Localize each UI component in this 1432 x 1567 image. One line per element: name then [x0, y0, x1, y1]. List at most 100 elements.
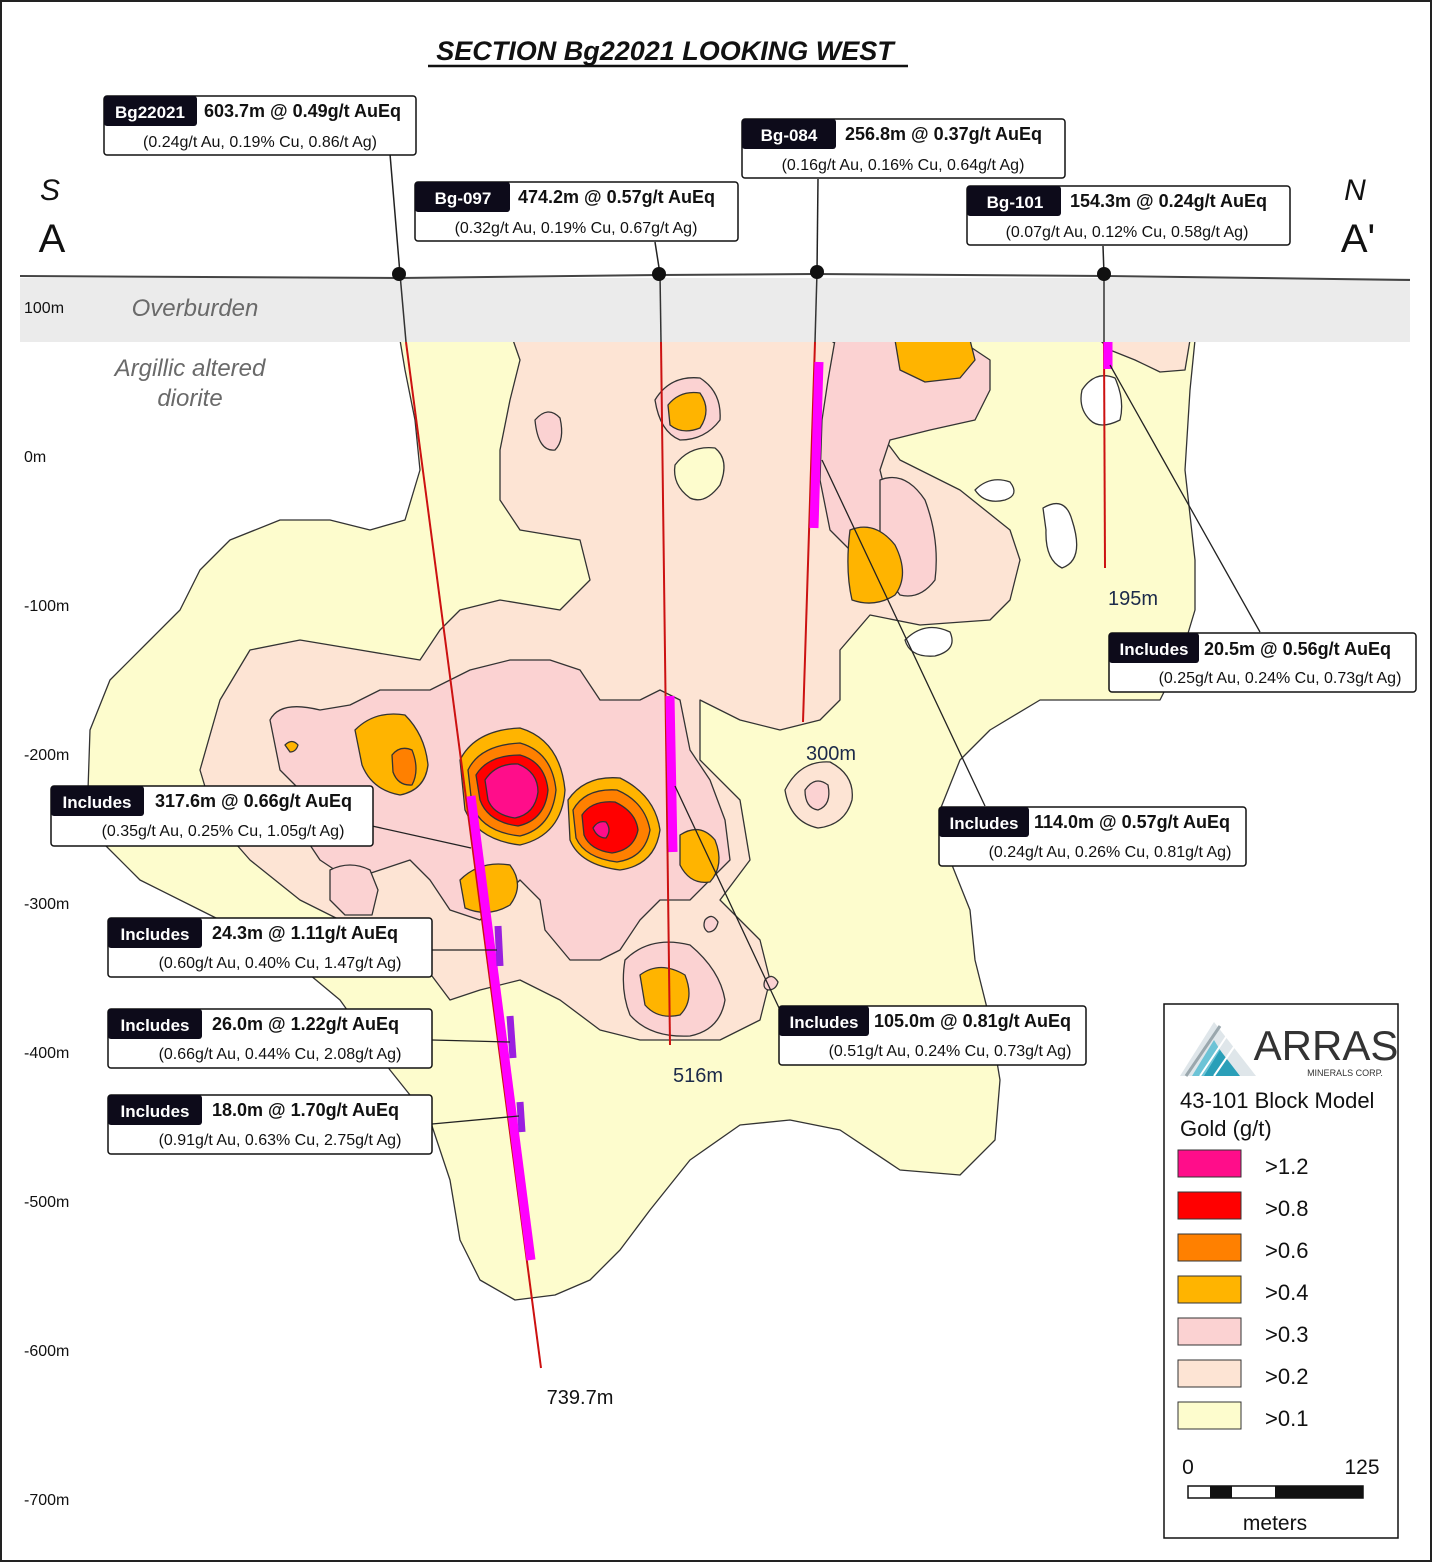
hole-label-bg097: Bg-097 474.2m @ 0.57g/t AuEq (0.32g/t Au…: [414, 181, 739, 242]
depth-label: -700m: [24, 1492, 69, 1509]
intercept-bar-high: [506, 1015, 517, 1059]
lithology-label-1: Argillic altered: [113, 355, 266, 382]
legend-swatch: [1177, 1359, 1242, 1388]
scale-unit: meters: [1243, 1512, 1307, 1535]
depth-label: -400m: [24, 1045, 69, 1062]
intercept-tag: Includes: [63, 793, 132, 812]
legend-company: ARRAS: [1254, 1022, 1399, 1069]
intercept-assay: (0.25g/t Au, 0.24% Cu, 0.73g/t Ag): [1159, 670, 1402, 687]
intercept-label-2: Includes 24.3m @ 1.11g/t AuEq (0.60g/t A…: [107, 917, 433, 978]
hole-result: 154.3m @ 0.24g/t AuEq: [1070, 191, 1267, 211]
hole-assay: (0.32g/t Au, 0.19% Cu, 0.67g/t Ag): [455, 220, 698, 237]
intercept-assay: (0.35g/t Au, 0.25% Cu, 1.05g/t Ag): [102, 823, 345, 840]
legend-class-label: >0.4: [1265, 1280, 1308, 1305]
hole-label-bg22021: Bg22021 603.7m @ 0.49g/t AuEq (0.24g/t A…: [103, 95, 417, 156]
figure-title: SECTION Bg22021 LOOKING WEST: [436, 36, 896, 66]
zone-gt-0.3-west: [329, 864, 379, 916]
hole-id: Bg-084: [761, 126, 818, 145]
intercept-label-3: Includes 26.0m @ 1.22g/t AuEq (0.66g/t A…: [107, 1008, 433, 1069]
intercept-tag: Includes: [950, 814, 1019, 833]
intercept-tag: Includes: [121, 925, 190, 944]
hole-id: Bg-097: [435, 189, 492, 208]
north-marker: A': [1341, 217, 1375, 261]
legend-swatch: [1177, 1401, 1242, 1430]
intercept-label-5: Includes 105.0m @ 0.81g/t AuEq (0.51g/t …: [778, 1005, 1087, 1066]
hole-result: 603.7m @ 0.49g/t AuEq: [204, 101, 401, 121]
hole-assay: (0.24g/t Au, 0.19% Cu, 0.86/t Ag): [143, 134, 377, 151]
collar-marker: [652, 267, 666, 281]
collar-marker: [810, 265, 824, 279]
legend-title-2: Gold (g/t): [1180, 1116, 1272, 1141]
intercept-label-4: Includes 18.0m @ 1.70g/t AuEq (0.91g/t A…: [107, 1094, 433, 1155]
intercept-bar: [809, 361, 824, 529]
end-depth-bg101: 195m: [1108, 588, 1158, 610]
hole-result: 474.2m @ 0.57g/t AuEq: [518, 187, 715, 207]
end-depth-bg22021: 739.7m: [547, 1387, 614, 1409]
legend-swatch: [1177, 1149, 1242, 1178]
legend-swatch: [1177, 1191, 1242, 1220]
intercept-assay: (0.24g/t Au, 0.26% Cu, 0.81g/t Ag): [989, 844, 1232, 861]
depth-label: -100m: [24, 598, 69, 615]
depth-label: -300m: [24, 896, 69, 913]
south-letter: S: [40, 174, 60, 207]
legend-class-label: >0.6: [1265, 1238, 1308, 1263]
window-4: [1080, 375, 1123, 426]
end-depth-bg084: 300m: [806, 743, 856, 765]
intercept-bar-high: [516, 1101, 526, 1133]
hole-result: 256.8m @ 0.37g/t AuEq: [845, 124, 1042, 144]
hole-label-bg101: Bg-101 154.3m @ 0.24g/t AuEq (0.07g/t Au…: [966, 185, 1291, 246]
intercept-result: 114.0m @ 0.57g/t AuEq: [1034, 812, 1230, 832]
cross-section-figure: SECTION Bg22021 LOOKING WEST Overburden …: [0, 0, 1432, 1562]
collar-marker: [1097, 267, 1111, 281]
intercept-assay: (0.60g/t Au, 0.40% Cu, 1.47g/t Ag): [159, 955, 402, 972]
legend: ARRAS MINERALS CORP. 43-101 Block Model …: [1163, 1003, 1399, 1539]
legend-title-1: 43-101 Block Model: [1180, 1088, 1374, 1113]
depth-label: -600m: [24, 1343, 69, 1360]
intercept-tag: Includes: [790, 1013, 859, 1032]
intercept-bar-high: [494, 925, 504, 967]
scale-bar: [1187, 1485, 1364, 1499]
depth-label: -200m: [24, 747, 69, 764]
collar-leader: [816, 178, 819, 273]
depth-label: 0m: [24, 449, 46, 466]
intercept-result: 317.6m @ 0.66g/t AuEq: [155, 791, 352, 811]
intercept-label-7: Includes 20.5m @ 0.56g/t AuEq (0.25g/t A…: [1108, 632, 1417, 693]
legend-class-label: >0.3: [1265, 1322, 1308, 1347]
intercept-tag: Includes: [121, 1102, 190, 1121]
hole-assay: (0.07g/t Au, 0.12% Cu, 0.58g/t Ag): [1006, 224, 1249, 241]
lithology-label-2: diorite: [157, 385, 222, 412]
legend-class-label: >0.2: [1265, 1364, 1308, 1389]
collar-marker: [392, 267, 406, 281]
depth-label: -500m: [24, 1194, 69, 1211]
intercept-result: 18.0m @ 1.70g/t AuEq: [212, 1100, 399, 1120]
hole-assay: (0.16g/t Au, 0.16% Cu, 0.64g/t Ag): [782, 157, 1025, 174]
hole-id: Bg-101: [987, 193, 1044, 212]
legend-swatch: [1177, 1317, 1242, 1346]
intercept-bar: [665, 695, 678, 853]
hole-label-bg084: Bg-084 256.8m @ 0.37g/t AuEq (0.16g/t Au…: [741, 118, 1066, 179]
scale-min: 0: [1182, 1456, 1194, 1479]
intercept-tag: Includes: [121, 1016, 190, 1035]
intercept-assay: (0.91g/t Au, 0.63% Cu, 2.75g/t Ag): [159, 1132, 402, 1149]
section-svg: SECTION Bg22021 LOOKING WEST Overburden …: [0, 0, 1432, 1562]
intercept-result: 20.5m @ 0.56g/t AuEq: [1204, 639, 1391, 659]
legend-swatch: [1177, 1233, 1242, 1262]
end-depth-bg097: 516m: [673, 1065, 723, 1087]
legend-swatch: [1177, 1275, 1242, 1304]
legend-class-label: >0.8: [1265, 1196, 1308, 1221]
intercept-label-6: Includes 114.0m @ 0.57g/t AuEq (0.24g/t …: [938, 806, 1247, 867]
legend-company-sub: MINERALS CORP.: [1307, 1068, 1383, 1078]
legend-class-label: >1.2: [1265, 1154, 1308, 1179]
drill-trace-bg101: [1103, 341, 1106, 569]
intercept-assay: (0.66g/t Au, 0.44% Cu, 2.08g/t Ag): [159, 1046, 402, 1063]
intercept-tag: Includes: [1120, 640, 1189, 659]
legend-class-label: >0.1: [1265, 1406, 1308, 1431]
trace-overburden: [659, 273, 662, 343]
south-marker: A: [39, 217, 66, 261]
intercept-result: 26.0m @ 1.22g/t AuEq: [212, 1014, 399, 1034]
intercept-assay: (0.51g/t Au, 0.24% Cu, 0.73g/t Ag): [829, 1043, 1072, 1060]
intercept-result: 24.3m @ 1.11g/t AuEq: [212, 923, 398, 943]
depth-label: 100m: [24, 300, 64, 317]
overburden-label: Overburden: [132, 295, 259, 322]
intercept-label-1: Includes 317.6m @ 0.66g/t AuEq (0.35g/t …: [50, 785, 374, 847]
